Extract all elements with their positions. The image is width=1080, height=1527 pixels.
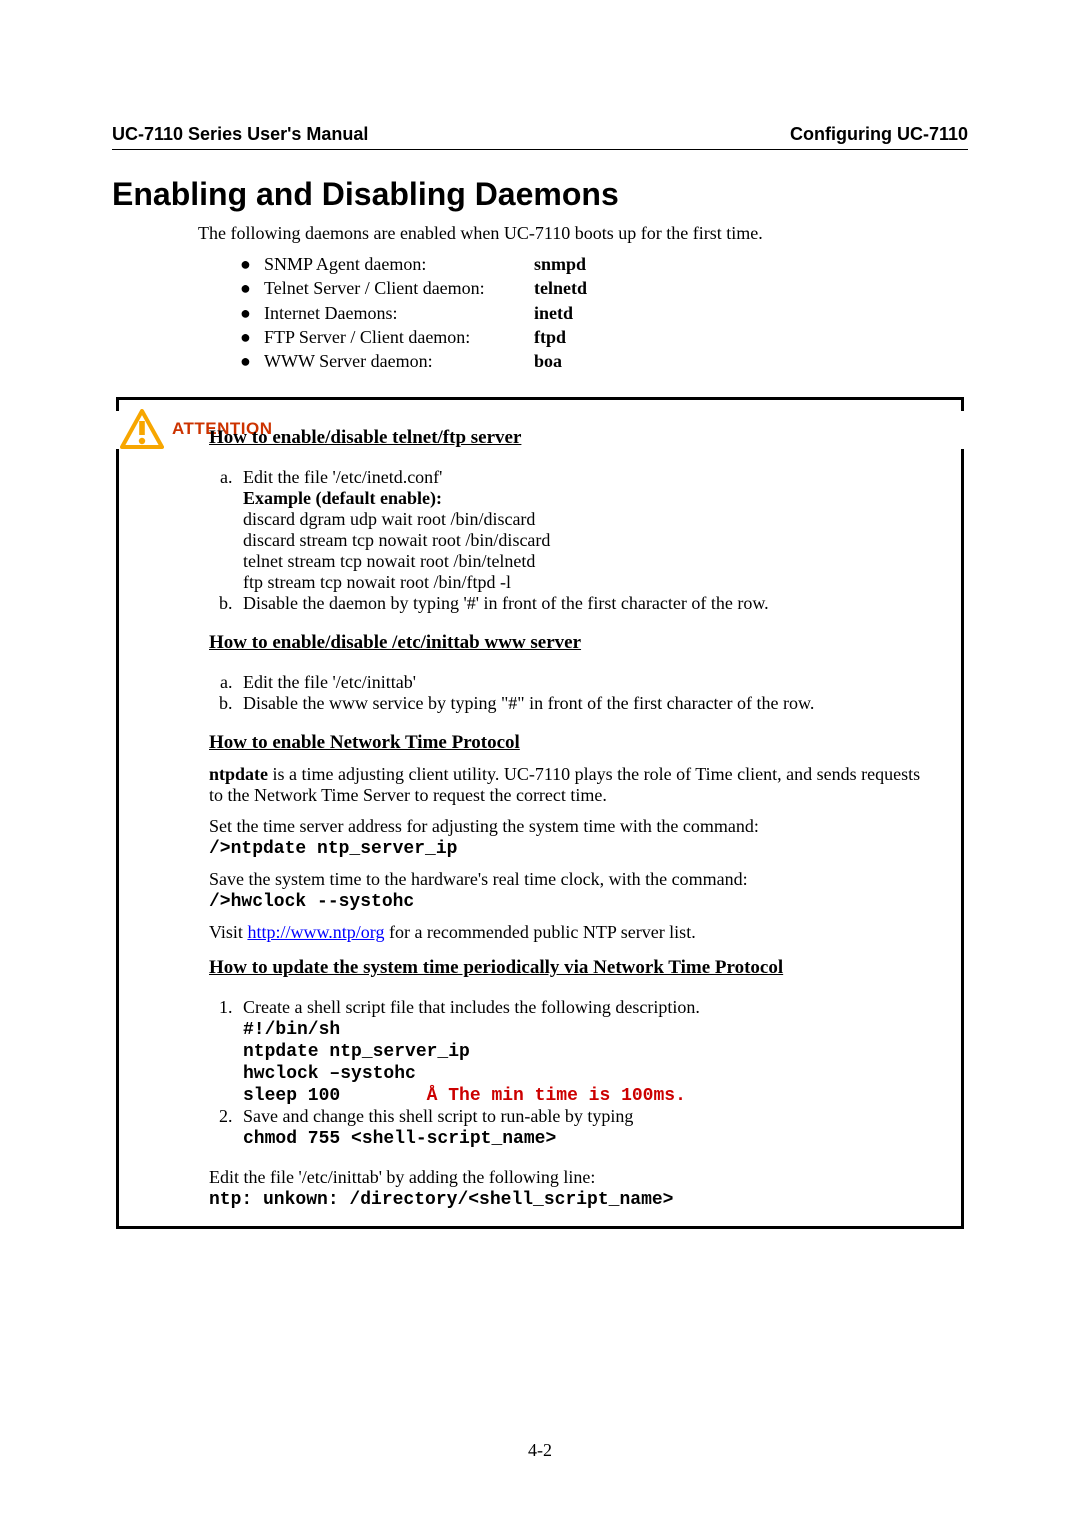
paragraph-text: is a time adjusting client utility. UC-7…: [209, 764, 920, 805]
example-line: discard stream tcp nowait root /bin/disc…: [243, 530, 550, 550]
header-left: UC-7110 Series User's Manual: [112, 124, 368, 145]
step-text: Create a shell script file that includes…: [243, 997, 700, 1017]
code-line: />hwclock --systohc: [209, 892, 414, 912]
bullet-icon: ●: [240, 325, 264, 349]
daemon-desc: FTP Server / Client daemon:: [264, 325, 534, 349]
paragraph: ntpdate is a time adjusting client utili…: [209, 764, 921, 806]
code-line: />ntpdate ntp_server_ip: [209, 839, 457, 859]
code-line: ntpdate ntp_server_ip: [243, 1042, 470, 1062]
ordered-list-alpha: Edit the file '/etc/inittab' Disable the…: [209, 672, 921, 714]
paragraph-text: Save the system time to the hardware's r…: [209, 869, 748, 889]
list-item: Edit the file '/etc/inittab': [237, 672, 921, 693]
page: UC-7110 Series User's Manual Configuring…: [0, 0, 1080, 1527]
ordered-list-alpha: Edit the file '/etc/inetd.conf' Example …: [209, 467, 921, 614]
page-title: Enabling and Disabling Daemons: [112, 176, 968, 213]
daemon-desc: Internet Daemons:: [264, 301, 534, 325]
paragraph-text: Set the time server address for adjustin…: [209, 816, 759, 836]
code-comment: Å The min time is 100ms.: [427, 1086, 686, 1106]
code-line: hwclock –systohc: [243, 1064, 416, 1084]
list-item: Disable the daemon by typing '#' in fron…: [237, 593, 921, 614]
daemon-name: boa: [534, 349, 562, 373]
step-text: Disable the daemon by typing '#' in fron…: [243, 593, 769, 613]
ntpdate-bold: ntpdate: [209, 764, 268, 784]
example-line: ftp stream tcp nowait root /bin/ftpd -l: [243, 572, 511, 592]
paragraph-text: for a recommended public NTP server list…: [384, 922, 695, 942]
daemon-name: snmpd: [534, 252, 586, 276]
list-item: ● Telnet Server / Client daemon: telnetd: [240, 276, 968, 300]
attention-body: How to enable/disable telnet/ftp server …: [116, 449, 964, 1229]
step-text: Save and change this shell script to run…: [243, 1106, 633, 1126]
bullet-icon: ●: [240, 276, 264, 300]
step-text: Edit the file '/etc/inetd.conf': [243, 467, 442, 487]
paragraph-text: Visit: [209, 922, 247, 942]
warning-icon: [120, 409, 164, 449]
paragraph: Visit http://www.ntp/org for a recommend…: [209, 922, 921, 943]
bullet-icon: ●: [240, 301, 264, 325]
list-item: ● FTP Server / Client daemon: ftpd: [240, 325, 968, 349]
daemon-bullet-list: ● SNMP Agent daemon: snmpd ● Telnet Serv…: [240, 252, 968, 373]
section-title-inittab-www: How to enable/disable /etc/inittab www s…: [209, 632, 921, 654]
code-line: #!/bin/sh: [243, 1020, 340, 1040]
attention-box: ATTENTION How to enable/disable telnet/f…: [116, 397, 964, 1229]
daemon-desc: WWW Server daemon:: [264, 349, 534, 373]
code-line: sleep 100: [243, 1086, 427, 1106]
example-line: telnet stream tcp nowait root /bin/telne…: [243, 551, 535, 571]
list-item: ● Internet Daemons: inetd: [240, 301, 968, 325]
paragraph: Set the time server address for adjustin…: [209, 816, 921, 859]
daemon-desc: Telnet Server / Client daemon:: [264, 276, 534, 300]
daemon-desc: SNMP Agent daemon:: [264, 252, 534, 276]
daemon-name: inetd: [534, 301, 573, 325]
bullet-icon: ●: [240, 349, 264, 373]
page-number: 4-2: [0, 1440, 1080, 1461]
step-text: Disable the www service by typing "#" in…: [243, 693, 814, 713]
code-line: ntp: unkown: /directory/<shell_script_na…: [209, 1190, 673, 1210]
section-title-ntp-periodic: How to update the system time periodical…: [209, 957, 921, 979]
step-text: Edit the file '/etc/inittab': [243, 672, 416, 692]
paragraph: Save the system time to the hardware's r…: [209, 869, 921, 912]
section-title-telnet-ftp: How to enable/disable telnet/ftp server: [209, 427, 921, 449]
ntp-link[interactable]: http://www.ntp/org: [247, 922, 384, 942]
ordered-list-numeric: Create a shell script file that includes…: [209, 997, 921, 1149]
header-right: Configuring UC-7110: [790, 124, 968, 145]
list-item: ● SNMP Agent daemon: snmpd: [240, 252, 968, 276]
paragraph-text: Edit the file '/etc/inittab' by adding t…: [209, 1167, 595, 1187]
list-item: ● WWW Server daemon: boa: [240, 349, 968, 373]
code-line: chmod 755 <shell-script_name>: [243, 1129, 556, 1149]
example-label: Example (default enable):: [243, 488, 442, 508]
daemon-name: ftpd: [534, 325, 566, 349]
list-item: Create a shell script file that includes…: [237, 997, 921, 1106]
daemon-name: telnetd: [534, 276, 587, 300]
bullet-icon: ●: [240, 252, 264, 276]
example-line: discard dgram udp wait root /bin/discard: [243, 509, 535, 529]
running-header: UC-7110 Series User's Manual Configuring…: [112, 124, 968, 150]
list-item: Disable the www service by typing "#" in…: [237, 693, 921, 714]
list-item: Edit the file '/etc/inetd.conf' Example …: [237, 467, 921, 593]
paragraph: Edit the file '/etc/inittab' by adding t…: [209, 1167, 921, 1210]
intro-text: The following daemons are enabled when U…: [198, 223, 968, 244]
section-title-ntp: How to enable Network Time Protocol: [209, 732, 921, 754]
list-item: Save and change this shell script to run…: [237, 1106, 921, 1149]
